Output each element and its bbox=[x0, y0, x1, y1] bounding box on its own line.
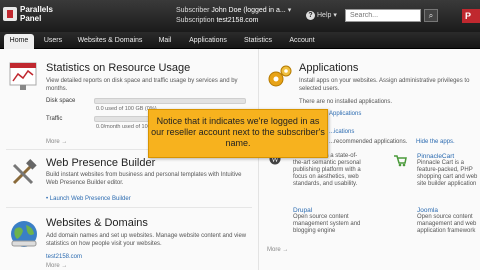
subscription-label: Subscription bbox=[176, 17, 215, 24]
app-drupal[interactable]: Drupal Open source content management sy… bbox=[293, 207, 363, 235]
main-nav: Home Users Websites & Domains Mail Appli… bbox=[0, 32, 480, 49]
featured-applications-label: ...ications bbox=[329, 129, 355, 135]
parallels-brand-icon: P bbox=[462, 9, 480, 23]
subscriber-label: Subscriber bbox=[176, 7, 210, 14]
tutorial-callout: Notice that it indicates we're logged in… bbox=[148, 109, 328, 158]
help-menu[interactable]: ? Help ▾ bbox=[306, 11, 337, 20]
app-joomla[interactable]: Joomla Open source content management an… bbox=[417, 207, 479, 235]
left-column: Statistics on Resource Usage View detail… bbox=[0, 49, 258, 270]
tab-users[interactable]: Users bbox=[40, 34, 66, 49]
websites-desc: Add domain names and set up websites. Ma… bbox=[46, 233, 247, 247]
applications-title[interactable]: Applications bbox=[299, 62, 358, 74]
disk-space-bar bbox=[94, 98, 246, 104]
help-icon: ? bbox=[306, 11, 315, 20]
statistics-more-link[interactable]: More → bbox=[46, 139, 67, 145]
app-name: Drupal bbox=[293, 207, 313, 214]
logo-line1: Parallels bbox=[20, 5, 53, 14]
applications-link[interactable]: Applications bbox=[329, 110, 361, 118]
subscription-value[interactable]: test2158.com bbox=[216, 17, 258, 24]
tab-applications[interactable]: Applications bbox=[182, 34, 234, 49]
hide-apps-link[interactable]: Hide the apps. bbox=[416, 138, 455, 146]
right-column: Applications Install apps on your websit… bbox=[258, 49, 480, 270]
header: Parallels Panel Subscriber John Doe (logg… bbox=[0, 0, 480, 32]
tab-account[interactable]: Account bbox=[284, 34, 320, 49]
presence-title[interactable]: Web Presence Builder bbox=[46, 157, 155, 169]
applications-desc: Install apps on your websites. Assign ad… bbox=[299, 78, 470, 92]
statistics-chart-icon bbox=[9, 62, 37, 90]
applications-more-link[interactable]: More → bbox=[267, 247, 288, 253]
parallels-logo[interactable]: Parallels Panel bbox=[3, 5, 57, 27]
presence-desc: Build instant websites from business and… bbox=[46, 172, 242, 186]
app-name: Joomla bbox=[417, 207, 438, 214]
domain-link[interactable]: test2158.com bbox=[46, 253, 82, 261]
disk-space-label: Disk space bbox=[46, 98, 76, 104]
search-icon[interactable]: ⌕ bbox=[424, 9, 438, 22]
websites-title[interactable]: Websites & Domains bbox=[46, 217, 148, 229]
globe-icon bbox=[11, 221, 37, 247]
app-desc: Pinnacle Cart is a feature-packed, PHP s… bbox=[417, 160, 478, 187]
app-desc: Open source content management system an… bbox=[293, 214, 361, 234]
recommended-text: ...recommended applications. bbox=[329, 139, 408, 145]
app-desc: Open source content management and web a… bbox=[417, 214, 477, 234]
parallels-logo-icon bbox=[3, 7, 17, 21]
logo-line2: Panel bbox=[20, 14, 42, 23]
tab-mail[interactable]: Mail bbox=[152, 34, 178, 49]
search-input[interactable] bbox=[345, 9, 421, 22]
help-label: Help bbox=[317, 12, 332, 19]
app-desc: WordPress is a state-of-the-art semantic… bbox=[293, 153, 361, 187]
app-wordpress[interactable]: WordPress is a state-of-the-art semantic… bbox=[293, 153, 363, 188]
tools-icon bbox=[12, 159, 37, 185]
divider bbox=[6, 207, 252, 208]
launch-presence-builder-link[interactable]: • Launch Web Presence Builder bbox=[46, 195, 131, 203]
app-pinnaclecart[interactable]: PinnacleCart Pinnacle Cart is a feature-… bbox=[417, 153, 479, 188]
launch-presence-builder-label: Launch Web Presence Builder bbox=[49, 196, 131, 202]
app-name: PinnacleCart bbox=[417, 153, 455, 160]
subscriber-select[interactable]: John Doe (logged in a... bbox=[211, 7, 285, 14]
traffic-label: Traffic bbox=[46, 116, 63, 122]
websites-more-link[interactable]: More → bbox=[46, 263, 67, 269]
tab-home[interactable]: Home bbox=[4, 34, 34, 49]
subscriber-info: Subscriber John Doe (logged in a... ▾ Su… bbox=[176, 6, 291, 26]
gears-icon bbox=[268, 65, 292, 87]
pinnaclecart-icon bbox=[394, 155, 407, 167]
statistics-desc: View detailed reports on disk space and … bbox=[46, 78, 238, 92]
no-apps-text: There are no installed applications. bbox=[299, 99, 393, 105]
statistics-title[interactable]: Statistics on Resource Usage bbox=[46, 62, 190, 74]
tab-websites-domains[interactable]: Websites & Domains bbox=[72, 34, 148, 49]
main-content: Statistics on Resource Usage View detail… bbox=[0, 49, 480, 270]
chevron-down-icon[interactable]: ▾ bbox=[288, 7, 292, 14]
tab-statistics[interactable]: Statistics bbox=[238, 34, 278, 49]
